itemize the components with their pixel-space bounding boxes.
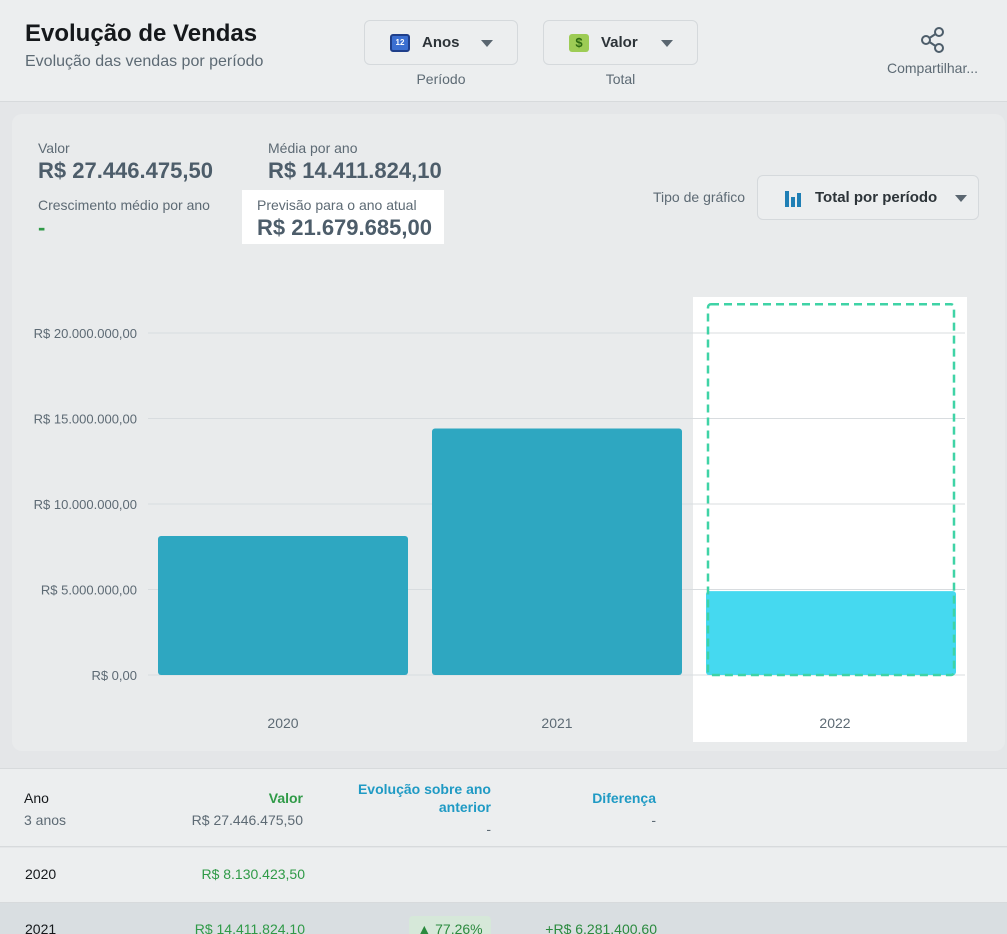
bar-2020 (158, 535, 408, 675)
row-valor: R$ 14.411.824,10 (194, 921, 305, 934)
col-valor-header: Valor (268, 790, 303, 806)
evolution-badge: ▲ 77,26% (409, 916, 491, 934)
bar-2021 (432, 428, 682, 675)
col-evolucao-header-line2: anterior (438, 799, 491, 815)
bar-2022 (706, 591, 956, 675)
x-tick-label: 2020 (267, 715, 298, 731)
table-row[interactable]: 2020 R$ 8.130.423,50 (0, 848, 1007, 903)
row-diferenca: +R$ 6.281.400,60 (545, 921, 657, 934)
col-ano-header: Ano (24, 790, 49, 806)
x-tick-label: 2022 (819, 715, 850, 731)
table-row[interactable]: 2021 R$ 14.411.824,10 +R$ 6.281.400,60 (0, 903, 1007, 934)
y-tick-label: R$ 10.000.000,00 (34, 497, 137, 512)
y-tick-label: R$ 15.000.000,00 (34, 412, 137, 427)
summary-ano: 3 anos (24, 812, 67, 828)
y-tick-label: R$ 20.000.000,00 (34, 326, 137, 341)
row-ano: 2020 (25, 866, 57, 882)
col-evolucao-header: Evolução sobre ano (357, 781, 491, 797)
summary-diferenca: - (651, 812, 656, 828)
y-tick-label: R$ 0,00 (91, 668, 137, 683)
y-tick-label: R$ 5.000.000,00 (41, 583, 137, 598)
summary-evolucao: - (486, 821, 491, 837)
col-diferenca-header: Diferença (592, 790, 656, 806)
row-valor: R$ 8.130.423,50 (201, 866, 305, 882)
table-header: Ano Valor Evolução sobre ano anterior Di… (0, 768, 1007, 847)
row-ano: 2021 (25, 921, 57, 934)
summary-valor: R$ 27.446.475,50 (191, 812, 303, 828)
x-tick-label: 2021 (541, 715, 572, 731)
